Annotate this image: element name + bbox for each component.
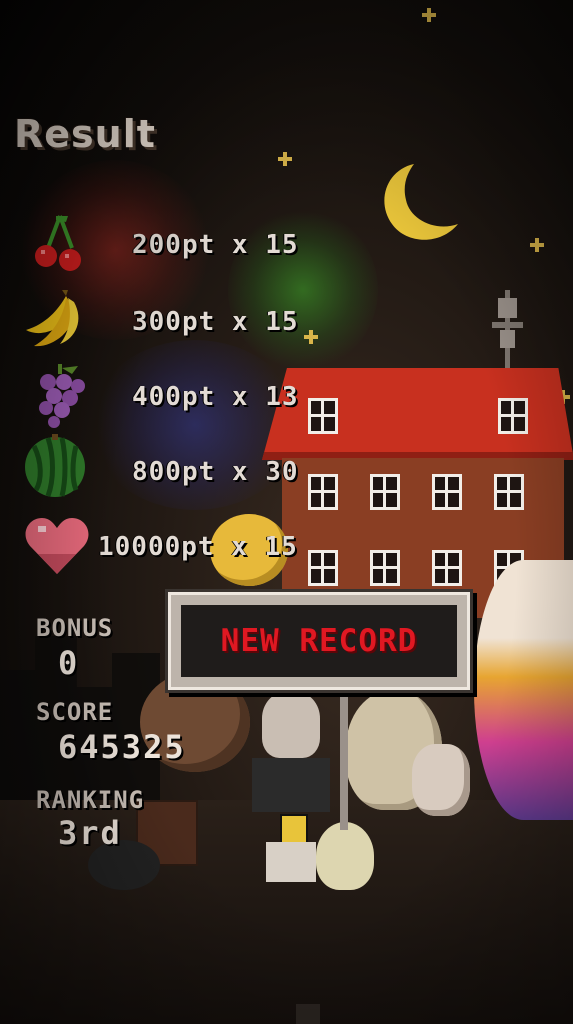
score-row-grape: 400pt x 13 xyxy=(132,382,299,412)
player-head xyxy=(262,692,320,758)
rabbit-creature xyxy=(412,744,470,816)
window xyxy=(370,550,400,586)
star-icon xyxy=(530,238,544,252)
window xyxy=(432,550,462,586)
window xyxy=(494,474,524,510)
player-legs xyxy=(266,842,316,882)
ranking-label: RANKING xyxy=(36,786,145,814)
moon-icon xyxy=(384,164,458,240)
score-label: SCORE xyxy=(36,698,114,726)
star-icon xyxy=(422,8,436,22)
bonus-value: 0 xyxy=(58,644,80,682)
window xyxy=(308,398,338,434)
bonus-label: BONUS xyxy=(36,614,114,642)
result-title: Result xyxy=(14,112,156,156)
game-result-screen: Result 200pt x 15 300pt x 15 400pt x 13 … xyxy=(0,0,573,1024)
banana-icon xyxy=(26,290,79,347)
new-record-panel: NEW RECORD xyxy=(181,605,457,677)
star-icon xyxy=(304,330,318,344)
score-row-watermelon: 800pt x 30 xyxy=(132,457,299,487)
star-icon xyxy=(278,152,292,166)
window xyxy=(370,474,400,510)
cherry-icon xyxy=(35,215,81,271)
player-body xyxy=(252,758,330,812)
player-badge xyxy=(280,814,308,844)
score-row-heart: 10000pt x 15 xyxy=(98,532,298,562)
window xyxy=(308,474,338,510)
window xyxy=(498,398,528,434)
player-character xyxy=(252,692,330,882)
new-record-sign: NEW RECORD xyxy=(168,592,470,690)
watermelon-icon xyxy=(25,434,85,497)
window xyxy=(432,474,462,510)
heart-icon xyxy=(25,518,89,574)
sign-post xyxy=(340,680,348,830)
score-row-cherry: 200pt x 15 xyxy=(132,230,299,260)
grape-icon xyxy=(39,364,85,428)
score-value: 645325 xyxy=(58,728,186,766)
bottom-marker xyxy=(296,1004,320,1024)
window xyxy=(308,550,338,586)
weathervane-icon xyxy=(492,290,523,370)
egg-creature xyxy=(474,560,573,820)
new-record-label: NEW RECORD xyxy=(220,623,418,659)
ranking-value: 3rd xyxy=(58,814,122,852)
score-row-banana: 300pt x 15 xyxy=(132,307,299,337)
